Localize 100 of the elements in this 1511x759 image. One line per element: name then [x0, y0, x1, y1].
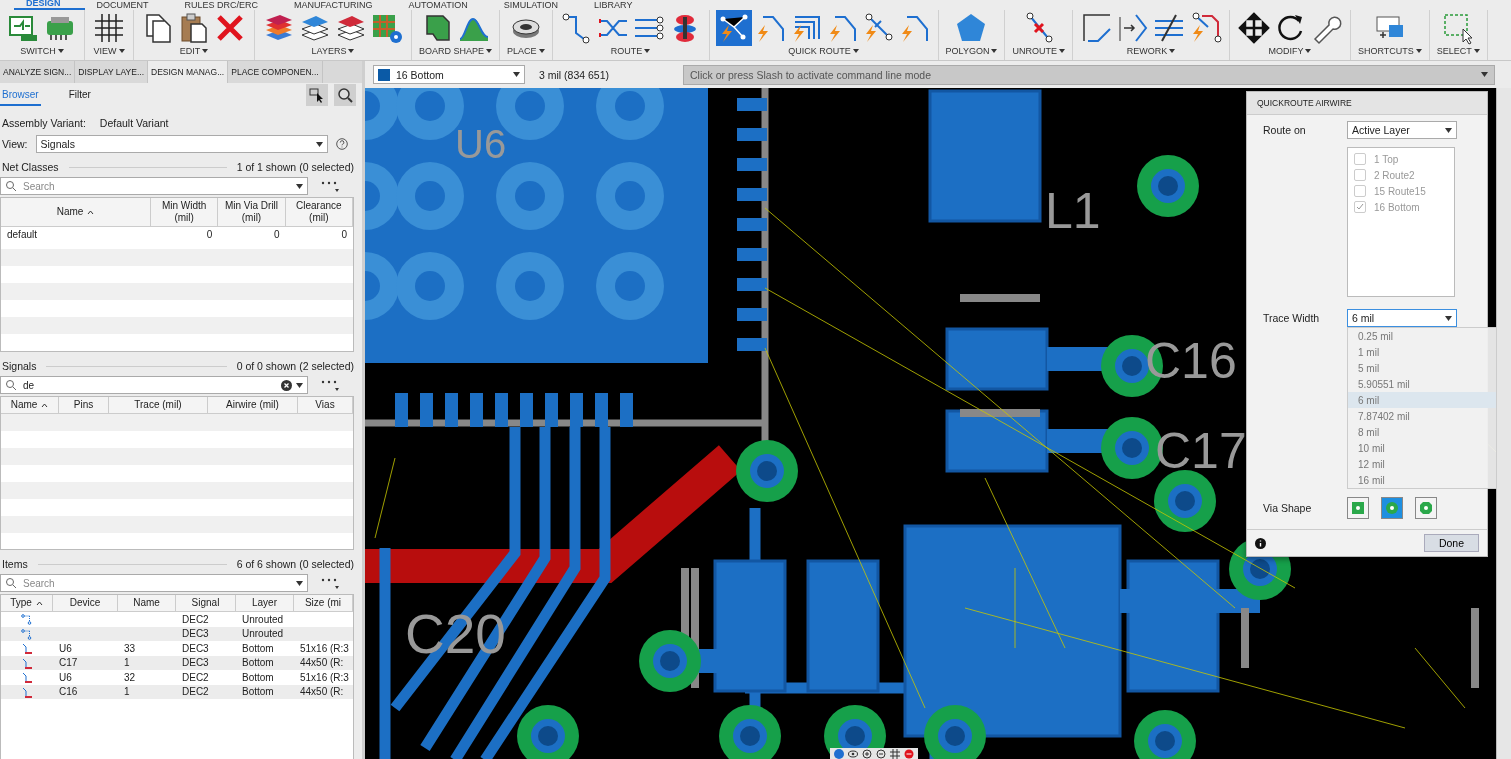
zoom-icon[interactable]: [334, 84, 356, 106]
via-shape-button[interactable]: [1347, 497, 1369, 519]
search-field[interactable]: de: [0, 376, 308, 394]
toolbar-group-menu[interactable]: SELECT: [1436, 46, 1480, 56]
caret-icon: [315, 141, 323, 147]
toolbar-group-menu[interactable]: EDIT: [179, 46, 209, 56]
column-header[interactable]: Pins: [59, 397, 109, 413]
table-cell-text: Unrouted: [241, 613, 285, 625]
done-button[interactable]: Done: [1423, 534, 1479, 552]
panel-tab[interactable]: DESIGN MANAG...: [148, 61, 229, 83]
via: [1154, 470, 1216, 532]
dropdown-option[interactable]: 12 mil: [1348, 456, 1496, 472]
grid-icon[interactable]: [890, 749, 900, 759]
sub-tab[interactable]: Browser: [0, 84, 41, 106]
column-header[interactable]: Airwire (mil): [208, 397, 298, 413]
view-dropdown[interactable]: Signals: [35, 135, 328, 153]
command-line-field[interactable]: Click or press Slash to activate command line mode: [683, 64, 1495, 85]
column-header[interactable]: Vias: [298, 397, 353, 413]
sort-icon: [41, 402, 49, 408]
dropdown-option[interactable]: 5.90551 mil: [1348, 376, 1496, 392]
section-title: Items: [2, 558, 28, 570]
trace-width-dropdown[interactable]: 6 mil: [1347, 309, 1457, 327]
pad: [737, 308, 767, 321]
panel-tab[interactable]: ANALYZE SIGN...: [0, 61, 76, 83]
shown-count: 0 of 0 shown (2 selected): [236, 360, 354, 372]
toolbar-group-menu[interactable]: MODIFY: [1268, 46, 1312, 56]
panel-tab[interactable]: PLACE COMPONEN...: [228, 61, 323, 83]
table-cell-text: 51x16 (R:3: [299, 671, 350, 683]
toolbar-group-menu[interactable]: ROUTE: [610, 46, 651, 56]
column-header[interactable]: Layer: [236, 595, 294, 611]
caret-icon: [296, 580, 303, 586]
zoom-out-icon[interactable]: [876, 749, 886, 759]
via-shape-button[interactable]: [1381, 497, 1403, 519]
zoom-in-icon[interactable]: [862, 749, 872, 759]
column-header[interactable]: Min Via Drill (mil): [218, 198, 286, 226]
dropdown-option[interactable]: 1 mil: [1348, 344, 1496, 360]
column-header[interactable]: Type: [1, 595, 53, 611]
toolbar-group-menu[interactable]: BOARD SHAPE: [419, 46, 493, 56]
toolbar-group-menu[interactable]: SWITCH: [20, 46, 64, 56]
dropdown-option[interactable]: 10 mil: [1348, 440, 1496, 456]
dropdown-option[interactable]: 6 mil: [1348, 392, 1496, 408]
sub-tab[interactable]: Filter: [66, 84, 93, 106]
dropdown-option[interactable]: 7.87402 mil: [1348, 408, 1496, 424]
clear-icon[interactable]: [281, 379, 292, 391]
toolbar-group-menu[interactable]: QUICK ROUTE: [788, 46, 859, 56]
table-cell-text: 44x50 (R:: [299, 657, 345, 669]
move-icon[interactable]: [1236, 11, 1271, 45]
toolbar-group-menu[interactable]: REWORK: [1126, 46, 1176, 56]
panel-tab[interactable]: DISPLAY LAYE...: [75, 61, 148, 83]
caret-icon: [118, 49, 125, 53]
column-header[interactable]: Signal: [176, 595, 236, 611]
ribbon-tab[interactable]: SIMULATION: [491, 0, 583, 10]
select-pointer-icon[interactable]: [306, 84, 328, 106]
ribbon-tab[interactable]: MANUFACTURING: [282, 0, 397, 10]
route-on-dropdown[interactable]: Active Layer: [1347, 121, 1457, 139]
pad: [737, 278, 767, 291]
column-header[interactable]: Device: [53, 595, 118, 611]
column-header[interactable]: Size (mi: [294, 595, 353, 611]
pad: [620, 393, 633, 427]
toolbar-group-menu[interactable]: LAYERS: [311, 46, 355, 56]
ribbon-tab[interactable]: AUTOMATION: [396, 0, 492, 10]
toolbar-group-menu[interactable]: UNROUTE: [1012, 46, 1065, 56]
layer-checkbox[interactable]: [1354, 153, 1366, 165]
dropdown-option[interactable]: 5 mil: [1348, 360, 1496, 376]
dropdown-option[interactable]: 16 mil: [1348, 472, 1496, 488]
toolbar-group-menu[interactable]: PLACE: [507, 46, 545, 56]
layer-checkbox[interactable]: [1354, 169, 1366, 181]
search-field[interactable]: Search: [0, 177, 308, 195]
dropdown-option[interactable]: 0.25 mil: [1348, 328, 1496, 344]
caret-icon: [1473, 49, 1480, 53]
via: [517, 705, 579, 759]
layer-checkbox[interactable]: [1354, 201, 1366, 213]
ribbon-tab[interactable]: DOCUMENT: [84, 0, 173, 10]
sort-icon: [35, 600, 43, 606]
dropdown-option[interactable]: 8 mil: [1348, 424, 1496, 440]
info-icon[interactable]: [1255, 537, 1266, 549]
toolbar-group-menu[interactable]: POLYGON: [945, 46, 998, 56]
field-label: Assembly Variant:: [2, 117, 86, 129]
toolbar-group-menu[interactable]: SHORTCUTS: [1357, 46, 1422, 56]
toolbar-group-menu[interactable]: VIEW: [93, 46, 125, 56]
column-header[interactable]: Name: [1, 198, 151, 226]
ribbon-tab[interactable]: LIBRARY: [582, 0, 657, 10]
column-header[interactable]: Name: [118, 595, 176, 611]
column-header[interactable]: Name: [1, 397, 59, 413]
caret-icon: [202, 49, 209, 53]
column-header[interactable]: Clearance (mil): [285, 198, 353, 226]
airwire-icon[interactable]: [716, 11, 751, 45]
pad: [520, 393, 533, 427]
eye-icon[interactable]: [848, 749, 858, 759]
stop-icon[interactable]: [904, 749, 914, 759]
column-header[interactable]: Trace (mil): [109, 397, 208, 413]
help-icon[interactable]: [335, 138, 348, 150]
ribbon-tab[interactable]: DESIGN: [14, 0, 85, 10]
via-shape-button[interactable]: [1415, 497, 1437, 519]
layer-checkbox[interactable]: [1354, 185, 1366, 197]
ribbon-tab[interactable]: RULES DRC/ERC: [172, 0, 283, 10]
search-field[interactable]: Search: [0, 574, 308, 592]
grid-icon[interactable]: [92, 11, 126, 45]
column-header[interactable]: Min Width (mil): [151, 198, 219, 226]
layer-dropdown[interactable]: 16 Bottom: [373, 65, 525, 84]
